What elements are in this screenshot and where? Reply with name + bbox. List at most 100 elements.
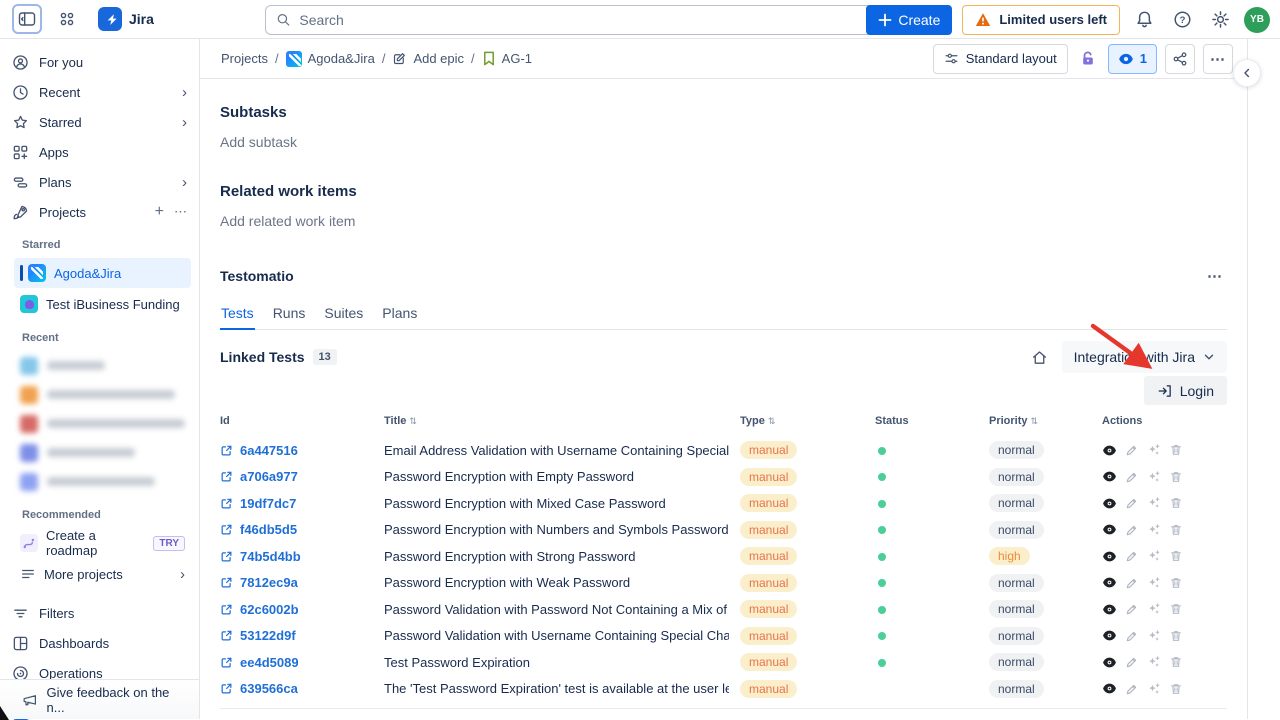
sidebar-item-more-projects[interactable]: More projects › <box>14 559 191 589</box>
view-test-button[interactable] <box>1102 603 1117 616</box>
give-feedback-button[interactable]: Give feedback on the n... <box>0 679 199 719</box>
recent-blurred-item[interactable] <box>14 468 191 495</box>
test-id-link[interactable]: 7812ec9a <box>240 575 298 590</box>
ai-sparkles-button[interactable] <box>1147 443 1161 457</box>
sidebar-item-for-you[interactable]: For you <box>0 47 199 77</box>
test-id-link[interactable]: 19df7dc7 <box>240 496 296 511</box>
delete-test-button[interactable] <box>1169 602 1183 616</box>
edit-test-button[interactable] <box>1125 496 1139 510</box>
delete-test-button[interactable] <box>1169 496 1183 510</box>
add-project-icon[interactable]: + <box>155 203 164 221</box>
ai-sparkles-button[interactable] <box>1147 682 1161 696</box>
sidebar-item-plans[interactable]: Plans › <box>0 167 199 197</box>
tab-plans[interactable]: Plans <box>381 300 418 330</box>
more-actions-button[interactable]: ⋯ <box>1203 44 1233 74</box>
view-test-button[interactable] <box>1102 656 1117 669</box>
sidebar-item-recent[interactable]: Recent › <box>0 77 199 107</box>
breadcrumb-project[interactable]: Agoda&Jira <box>286 51 375 67</box>
ai-sparkles-button[interactable] <box>1147 629 1161 643</box>
view-test-button[interactable] <box>1102 682 1117 695</box>
home-icon[interactable] <box>1031 349 1048 366</box>
expand-panel-button[interactable] <box>1233 59 1261 87</box>
projects-more-icon[interactable]: ⋯ <box>174 204 187 220</box>
ai-sparkles-button[interactable] <box>1147 496 1161 510</box>
limited-users-button[interactable]: Limited users left <box>962 5 1120 35</box>
tab-tests[interactable]: Tests <box>220 300 255 330</box>
settings-button[interactable] <box>1206 6 1234 34</box>
recent-blurred-item[interactable] <box>14 381 191 408</box>
tab-suites[interactable]: Suites <box>323 300 364 330</box>
edit-test-button[interactable] <box>1125 523 1139 537</box>
view-test-button[interactable] <box>1102 444 1117 457</box>
edit-test-button[interactable] <box>1125 576 1139 590</box>
sidebar-project-ibusiness[interactable]: Test iBusiness Funding <box>14 289 191 319</box>
app-switcher-button[interactable] <box>52 4 82 34</box>
sidebar-toggle-button[interactable] <box>12 4 42 34</box>
search-input[interactable] <box>299 12 909 28</box>
sidebar-item-create-roadmap[interactable]: Create a roadmap TRY <box>14 528 191 558</box>
ai-sparkles-button[interactable] <box>1147 602 1161 616</box>
ai-sparkles-button[interactable] <box>1147 523 1161 537</box>
test-id-link[interactable]: a706a977 <box>240 469 298 484</box>
test-id-link[interactable]: 53122d9f <box>240 628 296 643</box>
share-button[interactable] <box>1165 44 1195 74</box>
view-test-button[interactable] <box>1102 470 1117 483</box>
suite-filter-dropdown[interactable]: Integration with Jira <box>1062 341 1227 373</box>
add-subtask-button[interactable]: Add subtask <box>220 134 1227 150</box>
edit-test-button[interactable] <box>1125 629 1139 643</box>
col-id[interactable]: Id <box>220 415 384 427</box>
col-type[interactable]: Type⇅ <box>740 415 875 427</box>
test-id-link[interactable]: 62c6002b <box>240 602 299 617</box>
watchers-button[interactable]: 1 <box>1108 44 1157 74</box>
test-id-link[interactable]: ee4d5089 <box>240 655 299 670</box>
recent-blurred-item[interactable] <box>14 352 191 379</box>
ai-sparkles-button[interactable] <box>1147 549 1161 563</box>
breadcrumb-issue[interactable]: AG-1 <box>482 51 532 66</box>
ai-sparkles-button[interactable] <box>1147 655 1161 669</box>
col-priority[interactable]: Priority⇅ <box>989 415 1102 427</box>
sidebar-item-projects[interactable]: Projects + ⋯ <box>0 197 199 227</box>
edit-test-button[interactable] <box>1125 470 1139 484</box>
login-button[interactable]: Login <box>1144 376 1227 405</box>
breadcrumb-add-epic[interactable]: Add epic <box>392 51 464 66</box>
ai-sparkles-button[interactable] <box>1147 576 1161 590</box>
testomatio-more-button[interactable]: ⋯ <box>1203 265 1227 287</box>
edit-test-button[interactable] <box>1125 549 1139 563</box>
add-related-work-item-button[interactable]: Add related work item <box>220 213 1227 229</box>
view-test-button[interactable] <box>1102 497 1117 510</box>
global-search[interactable] <box>265 5 920 35</box>
view-test-button[interactable] <box>1102 629 1117 642</box>
edit-test-button[interactable] <box>1125 682 1139 696</box>
edit-test-button[interactable] <box>1125 602 1139 616</box>
tab-runs[interactable]: Runs <box>272 300 307 330</box>
sidebar-item-starred[interactable]: Starred › <box>0 107 199 137</box>
unlock-button[interactable] <box>1076 45 1100 73</box>
sidebar-item-dashboards[interactable]: Dashboards <box>0 628 199 658</box>
view-test-button[interactable] <box>1102 576 1117 589</box>
delete-test-button[interactable] <box>1169 549 1183 563</box>
create-button[interactable]: Create <box>866 5 952 35</box>
standard-layout-button[interactable]: Standard layout <box>933 44 1068 74</box>
jira-logo[interactable]: Jira <box>98 7 154 31</box>
test-id-link[interactable]: 74b5d4bb <box>240 549 301 564</box>
edit-test-button[interactable] <box>1125 655 1139 669</box>
sidebar-item-filters[interactable]: Filters <box>0 598 199 628</box>
help-button[interactable]: ? <box>1168 6 1196 34</box>
ai-sparkles-button[interactable] <box>1147 470 1161 484</box>
view-test-button[interactable] <box>1102 550 1117 563</box>
test-id-link[interactable]: 639566ca <box>240 681 298 696</box>
col-title[interactable]: Title⇅ <box>384 415 740 427</box>
recent-blurred-item[interactable] <box>14 439 191 466</box>
breadcrumb-projects[interactable]: Projects <box>221 51 268 66</box>
sidebar-project-agoda-jira[interactable]: Agoda&Jira <box>14 258 191 288</box>
delete-test-button[interactable] <box>1169 629 1183 643</box>
delete-test-button[interactable] <box>1169 443 1183 457</box>
delete-test-button[interactable] <box>1169 655 1183 669</box>
delete-test-button[interactable] <box>1169 682 1183 696</box>
delete-test-button[interactable] <box>1169 470 1183 484</box>
edit-test-button[interactable] <box>1125 443 1139 457</box>
view-test-button[interactable] <box>1102 523 1117 536</box>
notifications-button[interactable] <box>1130 6 1158 34</box>
test-id-link[interactable]: 6a447516 <box>240 443 298 458</box>
sidebar-item-apps[interactable]: Apps <box>0 137 199 167</box>
